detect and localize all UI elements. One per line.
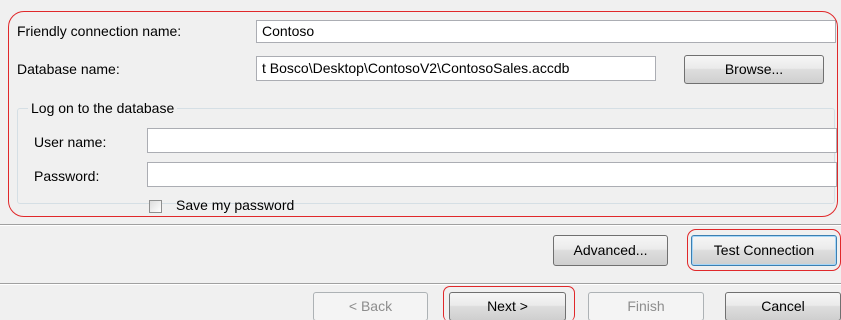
friendly-name-label: Friendly connection name: bbox=[17, 23, 182, 39]
database-name-label: Database name: bbox=[17, 61, 120, 77]
next-button[interactable]: Next > bbox=[449, 292, 566, 320]
password-input[interactable] bbox=[147, 162, 837, 187]
user-name-label: User name: bbox=[34, 134, 107, 150]
save-password-label[interactable]: Save my password bbox=[176, 196, 294, 214]
friendly-name-input[interactable]: Contoso bbox=[256, 20, 836, 43]
finish-button[interactable]: Finish bbox=[588, 292, 704, 320]
logon-group-title: Log on to the database bbox=[28, 99, 178, 117]
advanced-button[interactable]: Advanced... bbox=[553, 235, 668, 266]
separator-lower-light bbox=[0, 284, 841, 285]
cancel-button[interactable]: Cancel bbox=[725, 292, 841, 320]
back-button[interactable]: < Back bbox=[313, 292, 428, 320]
test-connection-button[interactable]: Test Connection bbox=[691, 235, 837, 266]
logon-groupbox bbox=[17, 108, 835, 204]
password-label: Password: bbox=[34, 168, 100, 184]
separator-upper-light bbox=[0, 225, 841, 226]
connection-dialog: Friendly connection name: Contoso Databa… bbox=[0, 0, 841, 320]
user-name-input[interactable] bbox=[147, 128, 837, 153]
save-password-checkbox[interactable] bbox=[149, 200, 162, 213]
browse-button[interactable]: Browse... bbox=[684, 55, 824, 84]
database-name-input[interactable]: t Bosco\Desktop\ContosoV2\ContosoSales.a… bbox=[256, 56, 656, 81]
